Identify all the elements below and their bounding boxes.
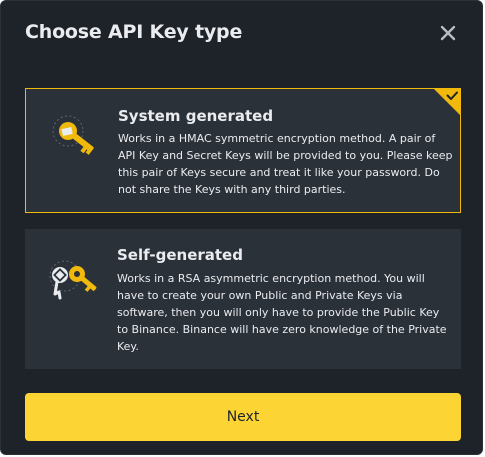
option-self-generated[interactable]: Self-generated Works in a RSA asymmetric… [25, 229, 461, 369]
checkmark-icon [433, 88, 461, 116]
option-description: Works in a RSA asymmetric encryption met… [117, 272, 447, 353]
key-icon [52, 115, 94, 155]
option-system-generated[interactable]: System generated Works in a HMAC symmetr… [25, 88, 461, 213]
option-title: System generated [118, 107, 274, 125]
close-icon [440, 25, 456, 41]
option-title: Self-generated [117, 246, 243, 264]
close-button[interactable] [437, 22, 459, 44]
api-key-type-dialog: Choose API Key type System generated Wor… [0, 0, 483, 455]
option-description: Works in a HMAC symmetric encryption met… [118, 132, 453, 196]
next-button[interactable]: Next [25, 393, 461, 441]
key-pair-icon [49, 260, 97, 300]
dialog-title: Choose API Key type [25, 21, 243, 43]
